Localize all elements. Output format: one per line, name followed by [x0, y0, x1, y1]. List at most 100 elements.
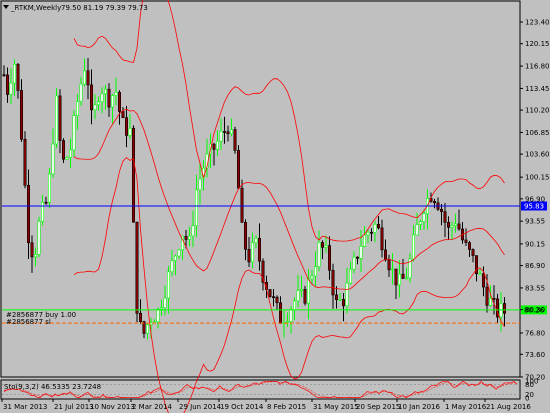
candle-body: [104, 88, 108, 95]
candle-body: [401, 273, 405, 279]
y-tick-label: 96.90: [525, 195, 545, 203]
candle-body: [422, 213, 426, 222]
candle-body: [121, 111, 125, 118]
x-tick-label: 21 Aug 2016: [486, 403, 531, 411]
candle-body: [439, 208, 443, 212]
candle-body: [394, 268, 398, 286]
candle-body: [488, 298, 492, 306]
price-tag-label: 95.83: [524, 202, 544, 210]
candle-body: [54, 95, 58, 145]
indicator-tick-label: 0: [525, 395, 529, 403]
candle-body: [118, 91, 122, 112]
x-tick-label: 1 May 2016: [445, 403, 487, 411]
y-tick-label: 116.80: [525, 63, 550, 71]
y-tick-label: 73.60: [525, 351, 545, 359]
candle-body: [348, 268, 352, 284]
candle-body: [167, 271, 171, 299]
candle-body: [156, 308, 160, 323]
candle-body: [355, 256, 359, 259]
trade-annotation-sl[interactable]: #2856877 sl: [6, 318, 51, 326]
dropdown-triangle-icon[interactable]: [3, 5, 9, 9]
candle-body: [457, 223, 461, 230]
candle-body: [471, 249, 475, 256]
candle-body: [366, 231, 370, 236]
x-axis: 31 Mar 2013 21 Jul 201310 Nov 20132 Mar 2…: [1, 399, 531, 411]
y-tick-label: 110.20: [525, 107, 550, 115]
candle-body: [341, 299, 345, 307]
x-tick-label: 10 Nov 2013: [90, 403, 135, 411]
y-tick-label: 113.45: [525, 85, 550, 93]
x-tick-label: 31 May 2015: [313, 403, 359, 411]
candle-body: [132, 127, 136, 223]
candle-body: [13, 63, 17, 84]
candle-body: [327, 245, 331, 271]
candle-body: [93, 104, 97, 111]
bollinger-bands: [73, 0, 505, 413]
candle-body: [362, 234, 366, 247]
candle-body: [65, 157, 69, 160]
candle-body: [299, 289, 303, 291]
candle-body: [219, 131, 223, 142]
candle-body: [9, 82, 13, 95]
x-tick-label: 31 Mar 2013: [3, 403, 47, 411]
y-tick-label: 93.55: [525, 218, 545, 226]
candle-body: [191, 225, 195, 237]
candle-body: [380, 227, 384, 251]
candle-body: [324, 245, 328, 248]
candle-body: [2, 74, 6, 77]
candle-body: [111, 95, 115, 108]
candle-body: [338, 299, 342, 301]
candle-body: [188, 235, 192, 240]
candle-body: [72, 115, 76, 151]
candle-body: [195, 189, 199, 227]
candle-body: [33, 254, 37, 258]
indicator-tick-label: 80: [525, 381, 534, 389]
candle-body: [174, 255, 178, 261]
y-tick-label: 90.15: [525, 240, 545, 248]
candle-body: [19, 90, 23, 140]
x-tick-label: 10 Jan 2016: [398, 403, 441, 411]
candle-body: [345, 282, 349, 307]
candle-body: [485, 286, 489, 306]
candle-body: [303, 289, 307, 304]
candle-body: [418, 221, 422, 225]
candle-body: [397, 273, 401, 286]
candle-body: [44, 201, 48, 204]
header-symbol: _RTKM,Weekly: [10, 4, 61, 12]
candle-body: [306, 278, 310, 304]
candle-body: [237, 150, 241, 189]
candle-body: [6, 74, 10, 95]
candle-body: [502, 303, 506, 314]
candle-body: [296, 290, 300, 302]
candle-body: [271, 296, 275, 298]
candle-body: [404, 277, 408, 280]
band-lower: [73, 157, 505, 413]
candle-body: [16, 63, 20, 91]
x-tick-label: 20 Sep 2015: [356, 403, 400, 411]
candle-body: [320, 242, 324, 248]
candle-body: [125, 117, 129, 136]
candle-body: [317, 242, 321, 268]
candle-body: [467, 242, 471, 250]
candle-body: [97, 101, 101, 106]
candle-body: [464, 239, 468, 243]
header-ohlc: 79.50 81.19 79.39 79.73: [61, 4, 148, 12]
candle-body: [146, 324, 150, 334]
candle-body: [446, 222, 450, 228]
horizontal-lines: 95.8380.26: [2, 201, 547, 324]
candle-body: [289, 309, 293, 322]
candle-body: [373, 224, 377, 233]
candle-body: [453, 223, 457, 226]
candle-body: [40, 201, 44, 222]
candle-body: [331, 269, 335, 296]
candle-body: [481, 273, 485, 288]
candle-body: [163, 297, 167, 309]
candle-body: [37, 221, 41, 255]
candle-body: [313, 266, 317, 277]
candle-body: [139, 313, 143, 322]
candle-body: [69, 149, 73, 158]
price-chart[interactable]: 95.8380.26 123.40 120.15 116.80 113.45 110.2…: [0, 0, 550, 413]
candle-body: [244, 222, 248, 250]
candle-body: [86, 70, 90, 86]
candle-body: [278, 302, 282, 324]
